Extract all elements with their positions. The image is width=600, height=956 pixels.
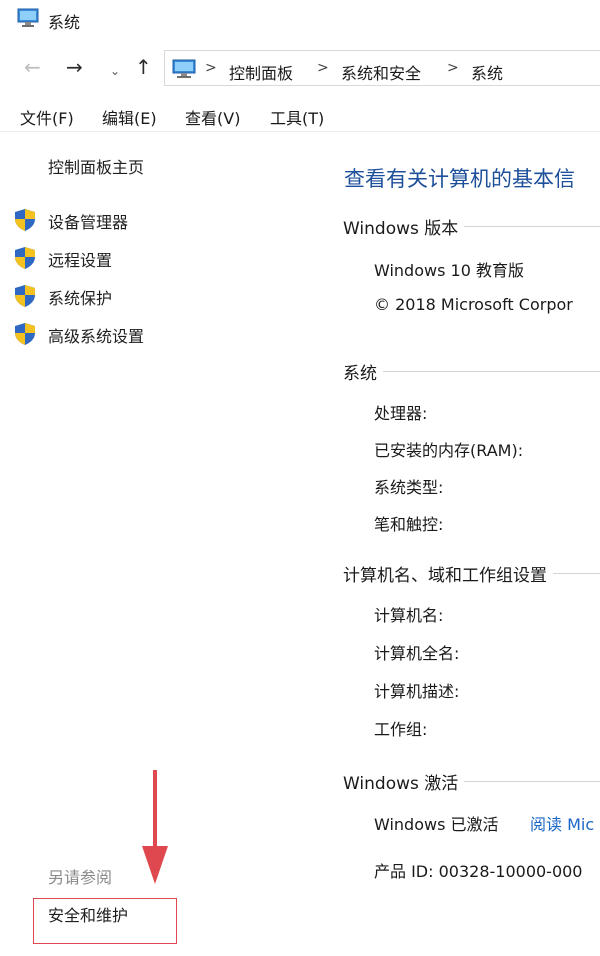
- pen-touch-label: 笔和触控:: [374, 515, 444, 534]
- task-label: 高级系统设置: [48, 327, 145, 346]
- processor-label: 处理器:: [374, 404, 428, 423]
- up-arrow-icon[interactable]: ↑: [135, 56, 152, 78]
- workgroup-label: 工作组:: [374, 720, 428, 739]
- menu-bar: 文件(F) 编辑(E) 查看(V) 工具(T): [0, 96, 600, 132]
- task-advanced-system-settings[interactable]: 高级系统设置: [14, 321, 264, 346]
- group-title: 计算机名、域和工作组设置: [343, 561, 553, 586]
- copyright-text: © 2018 Microsoft Corpor: [374, 295, 573, 314]
- window-title: 系统: [48, 13, 81, 32]
- address-box[interactable]: > 控制面板 > 系统和安全 > 系统: [164, 50, 600, 86]
- red-arrow-annotation: [142, 770, 168, 884]
- menu-tools[interactable]: 工具(T): [270, 105, 324, 129]
- chevron-down-icon[interactable]: ⌄: [110, 60, 120, 82]
- menu-file[interactable]: 文件(F): [20, 105, 74, 129]
- task-pane: 控制面板主页 设备管理器 远程设置 系统保护 高级系统设置 另请参阅 安全和维护: [0, 133, 318, 956]
- address-bar: ← → ⌄ ↑ > 控制面板 > 系统和安全 > 系统: [0, 46, 600, 90]
- back-arrow-icon[interactable]: ←: [24, 56, 41, 78]
- task-label: 设备管理器: [48, 213, 129, 232]
- computer-name-group-header: 计算机名、域和工作组设置: [343, 561, 600, 587]
- group-title: Windows 版本: [343, 214, 465, 239]
- menu-edit[interactable]: 编辑(E): [102, 105, 157, 129]
- main-content: 查看有关计算机的基本信 Windows 版本 Windows 10 教育版 © …: [318, 133, 600, 956]
- product-id: 产品 ID: 00328-10000-000: [374, 862, 583, 881]
- breadcrumb-separator: >: [205, 60, 217, 76]
- shield-icon: [15, 285, 35, 307]
- menu-view[interactable]: 查看(V): [185, 105, 240, 129]
- system-type-label: 系统类型:: [374, 478, 444, 497]
- task-label: 系统保护: [48, 289, 113, 308]
- computer-icon: [17, 8, 39, 27]
- windows-edition: Windows 10 教育版: [374, 261, 524, 280]
- computer-icon: [172, 59, 196, 78]
- computer-name-label: 计算机名:: [374, 606, 444, 625]
- shield-icon: [15, 209, 35, 231]
- see-also-heading: 另请参阅: [48, 868, 113, 887]
- control-panel-home-link[interactable]: 控制面板主页: [48, 154, 144, 178]
- full-computer-name-label: 计算机全名:: [374, 644, 460, 663]
- computer-description-label: 计算机描述:: [374, 682, 460, 701]
- title-bar: 系统: [0, 0, 600, 40]
- activation-group-header: Windows 激活: [343, 769, 600, 795]
- ram-label: 已安装的内存(RAM):: [374, 441, 524, 460]
- page-title: 查看有关计算机的基本信: [344, 167, 575, 191]
- task-system-protection[interactable]: 系统保护: [14, 283, 264, 308]
- task-device-manager[interactable]: 设备管理器: [14, 207, 264, 232]
- system-group-header: 系统: [343, 359, 600, 385]
- breadcrumb-system[interactable]: 系统: [471, 60, 503, 84]
- edition-group-header: Windows 版本: [343, 214, 600, 240]
- activation-status: Windows 已激活: [374, 815, 499, 834]
- read-license-link[interactable]: 阅读 Mic: [530, 811, 594, 835]
- breadcrumb-separator: >: [447, 60, 459, 76]
- shield-icon: [15, 247, 35, 269]
- highlight-box-annotation: [33, 898, 177, 944]
- shield-icon: [15, 323, 35, 345]
- breadcrumb-system-security[interactable]: 系统和安全: [341, 60, 421, 84]
- task-label: 远程设置: [48, 251, 113, 270]
- group-title: Windows 激活: [343, 769, 465, 794]
- breadcrumb-control-panel[interactable]: 控制面板: [229, 60, 293, 84]
- forward-arrow-icon[interactable]: →: [66, 56, 83, 78]
- group-title: 系统: [343, 359, 383, 384]
- task-remote-settings[interactable]: 远程设置: [14, 245, 264, 270]
- breadcrumb-separator: >: [317, 60, 329, 76]
